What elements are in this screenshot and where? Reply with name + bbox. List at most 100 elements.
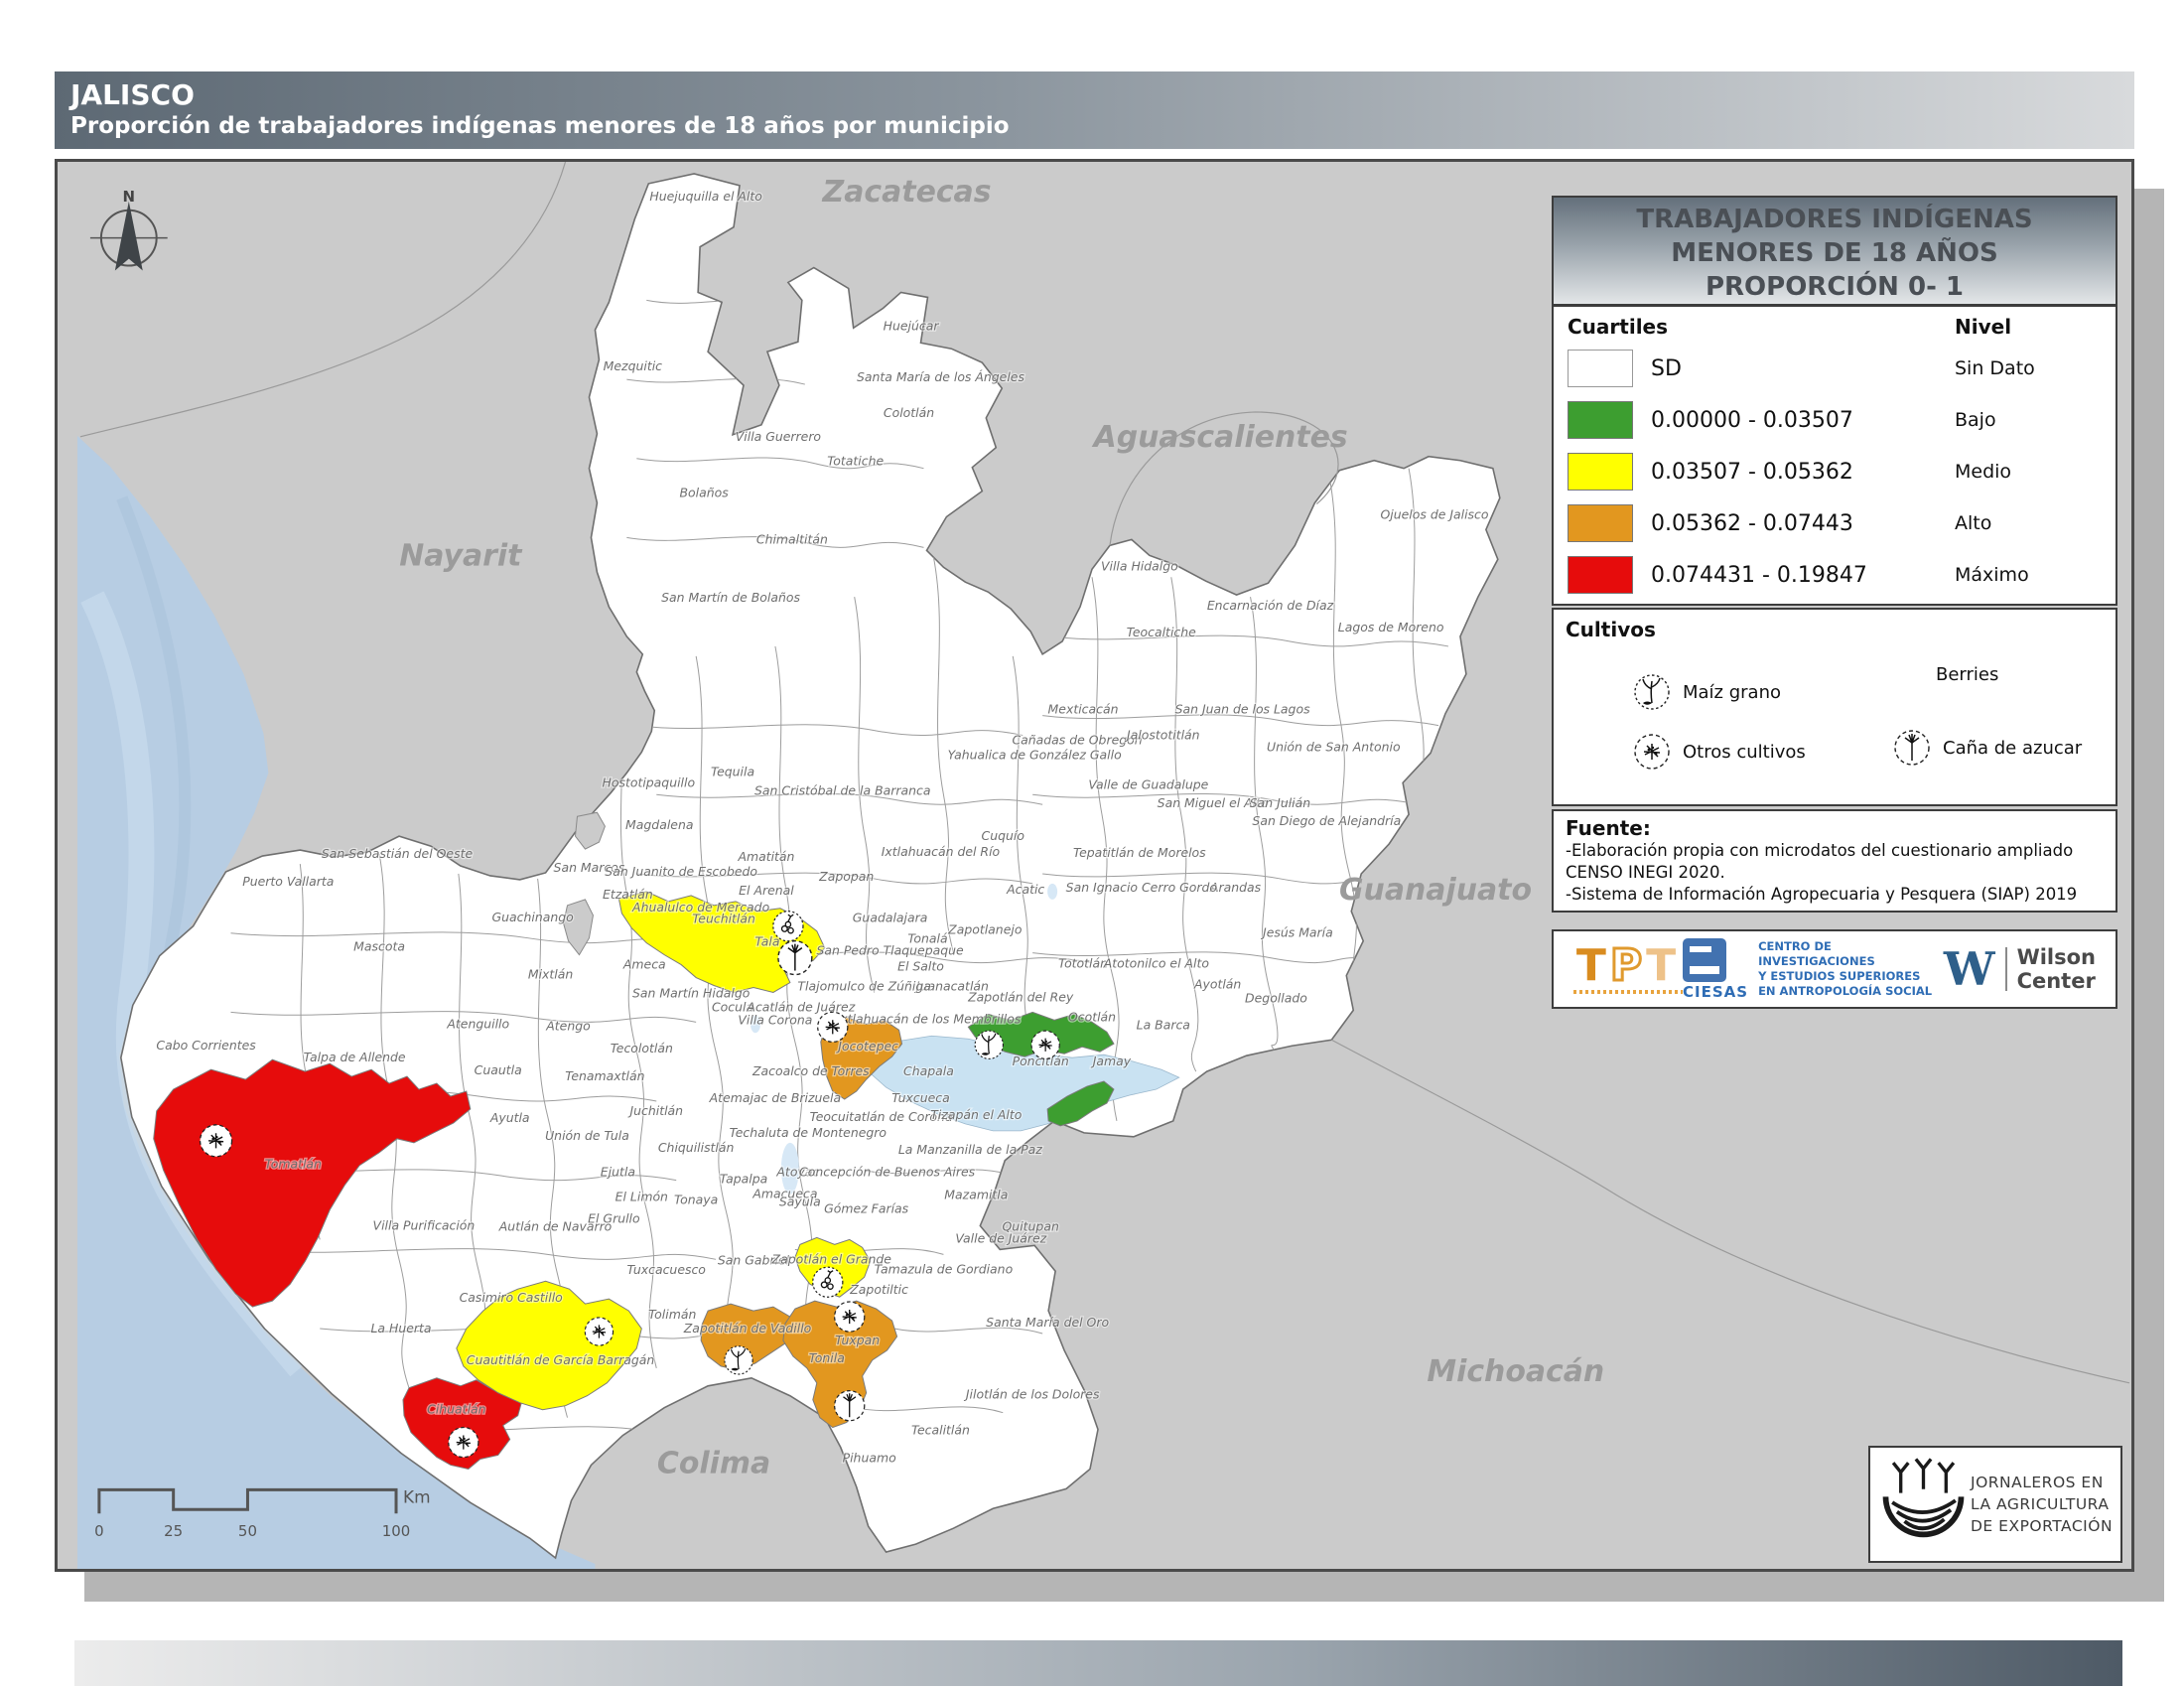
municipality-label: Tecolotlán: [611, 1041, 673, 1055]
level-label: Medio: [1955, 461, 2102, 483]
scale-tick-label: 0: [94, 1522, 104, 1540]
otros-cultivos-icon: [1631, 731, 1673, 773]
municipality-label: El Arenal: [739, 883, 794, 898]
municipality-label: Acatic: [1006, 882, 1044, 897]
municipality-label: Zapotiltic: [849, 1282, 908, 1297]
legend-title-line: PROPORCIÓN 0- 1: [1554, 270, 2116, 304]
tpt-letter: T: [1576, 940, 1610, 991]
municipality-label: Cabo Corrientes: [156, 1038, 256, 1053]
legend-row-sd: SD Sin Dato: [1568, 343, 2102, 394]
level-label: Alto: [1955, 512, 2102, 534]
municipality-label: Tamazula de Gordiano: [875, 1261, 1014, 1276]
state-label: Nayarit: [399, 538, 523, 573]
ciesas-icon: [1683, 938, 1726, 982]
range-label: 0.05362 - 0.07443: [1651, 511, 1955, 536]
level-label: Sin Dato: [1955, 357, 2102, 379]
otros-crop-icon: [449, 1427, 478, 1457]
wilson-divider: [2005, 947, 2007, 991]
municipality-label: Zapotlanejo: [947, 922, 1023, 937]
municipality-label: Amatitán: [737, 849, 794, 864]
maiz-crop-icon: [975, 1031, 1003, 1058]
municipality-label: Cuquío: [982, 828, 1025, 843]
municipality-label: Juchitlán: [626, 1103, 683, 1118]
ciesas-logo: CIESAS CENTRO DE INVESTIGACIONES Y ESTUD…: [1683, 938, 1944, 1001]
cuartiles-header: Cuartiles: [1568, 315, 1955, 339]
tpt-letter: T: [1646, 940, 1680, 991]
municipality-label: Autlán de Navarro: [498, 1218, 613, 1233]
nivel-header: Nivel: [1955, 315, 2102, 339]
municipality-label: Santa María de los Ángeles: [857, 369, 1025, 384]
legend-title-line: MENORES DE 18 AÑOS: [1554, 236, 2116, 270]
logos-panel: TPT CIESAS CENTRO DE INVESTIGACIONES Y E…: [1552, 929, 2117, 1009]
legend-row-alto: 0.05362 - 0.07443 Alto: [1568, 497, 2102, 549]
swatch-bajo: [1568, 401, 1633, 439]
municipality-label: Bolaños: [680, 486, 730, 500]
range-label: 0.074431 - 0.19847: [1651, 563, 1955, 588]
scale-tick-label: 50: [238, 1522, 257, 1540]
municipality-label: Tonaya: [674, 1193, 718, 1207]
jornaleros-line: JORNALEROS EN: [1971, 1472, 2113, 1493]
municipality-label: San Juan de los Lagos: [1175, 702, 1311, 717]
municipality-label: Ojuelos de Jalisco: [1381, 506, 1489, 521]
wilson-line: Wilson: [2017, 945, 2096, 969]
municipality-label: Casimiro Castillo: [460, 1290, 564, 1305]
level-label: Bajo: [1955, 409, 2102, 431]
municipality-label: Ayotlán: [1193, 976, 1241, 991]
swatch-alto: [1568, 504, 1633, 542]
municipality-label: San Diego de Alejandría: [1252, 813, 1401, 828]
municipality-label: Mazamitla: [944, 1188, 1008, 1202]
municipality-label: Guadalajara: [853, 911, 928, 925]
municipality-label: Atenguillo: [446, 1016, 509, 1031]
municipality-label: Techaluta de Montenegro: [730, 1125, 887, 1140]
state-label: Guanajuato: [1339, 873, 1532, 908]
cultivo-label: Caña de azucar: [1943, 738, 2082, 759]
municipality-label: Teocaltiche: [1127, 625, 1196, 639]
berries-crop-icon: [813, 1267, 843, 1297]
maiz-grano-icon: [1631, 671, 1673, 713]
municipality-label: La Manzanilla de la Paz: [898, 1142, 1042, 1157]
state-label: Zacatecas: [822, 175, 992, 210]
legend-row-maximo: 0.074431 - 0.19847 Máximo: [1568, 549, 2102, 601]
municipality-label: Huejúcar: [884, 318, 940, 333]
state-label: Colima: [657, 1446, 770, 1480]
municipality-label: Cuautitlán de García Barragán: [467, 1352, 655, 1367]
municipality-label: Chimaltitán: [756, 531, 828, 546]
wilson-center-logo: W Wilson Center: [1944, 942, 2096, 996]
municipality-label: Hostotipaquillo: [602, 774, 695, 789]
berries-crop-icon: [773, 912, 803, 941]
legend-row-medio: 0.03507 - 0.05362 Medio: [1568, 446, 2102, 497]
municipality-label: Valle de Guadalupe: [1088, 776, 1208, 791]
municipality-label: Teuchitlán: [692, 912, 755, 926]
municipality-label: Yahualica de González Gallo: [948, 747, 1122, 762]
cana-crop-icon: [778, 941, 812, 975]
municipality-label: Mascota: [353, 939, 405, 954]
otros-crop-icon: [1031, 1031, 1059, 1058]
municipality-label: Degollado: [1245, 990, 1307, 1005]
municipality-label: San Juanito de Escobedo: [605, 864, 757, 879]
municipality-label: Encarnación de Díaz: [1207, 598, 1334, 613]
jornaleros-line: DE EXPORTACIÓN: [1971, 1515, 2113, 1537]
municipality-label: Unión de San Antonio: [1267, 739, 1401, 754]
page-title: JALISCO: [70, 79, 2134, 111]
ciesas-acronym: CIESAS: [1683, 983, 1748, 1001]
municipality-label: Ejutla: [601, 1165, 635, 1180]
municipality-label: Puerto Vallarta: [242, 874, 334, 889]
municipality-label: Tequila: [711, 764, 754, 778]
municipality-label: Santa María del Oro: [986, 1315, 1109, 1330]
municipality-label: Ixtlahuacán de los Membrillos: [837, 1011, 1022, 1026]
municipality-label: Jamay: [1090, 1054, 1132, 1068]
municipality-label: El Limón: [615, 1190, 668, 1204]
municipality-label: Tolimán: [648, 1307, 696, 1322]
municipality-label: Cihuatlán: [427, 1402, 486, 1417]
range-label: SD: [1651, 356, 1955, 381]
swatch-sin-dato: [1568, 350, 1633, 387]
municipality-label: Guachinango: [491, 910, 574, 924]
state-label: Michoacán: [1427, 1354, 1604, 1389]
swatch-maximo: [1568, 556, 1633, 594]
municipality-label: Tuxcacuesco: [627, 1262, 707, 1277]
municipality-label: Ixtlahuacán del Río: [882, 844, 1001, 859]
cultivos-panel: Cultivos Maíz grano Berries Otros cultiv…: [1552, 608, 2117, 806]
legend-panel: TRABAJADORES INDÍGENAS MENORES DE 18 AÑO…: [1552, 196, 2117, 606]
municipality-label: Ameca: [622, 957, 666, 972]
municipality-label: Atotonilco el Alto: [1103, 956, 1210, 971]
